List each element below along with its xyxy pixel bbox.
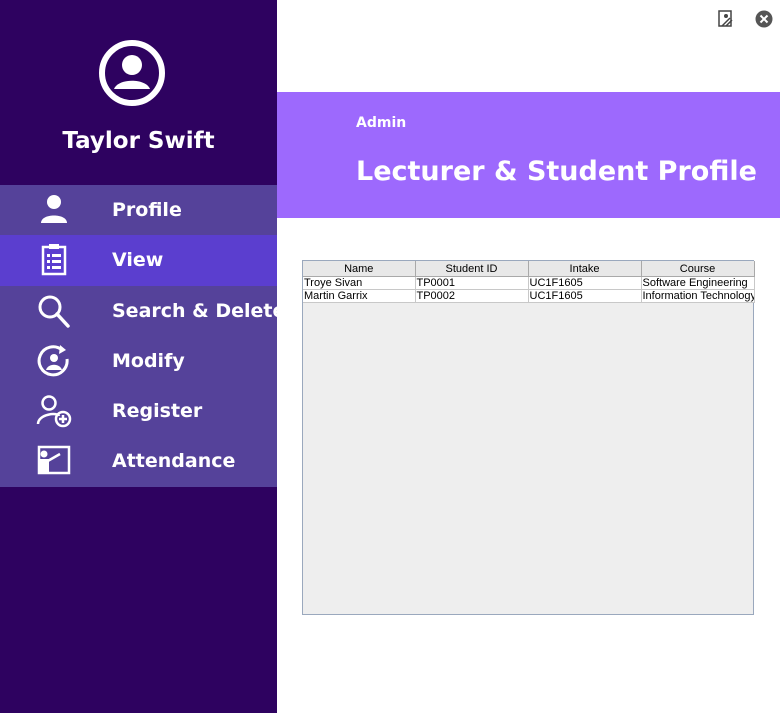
sidebar-item-view[interactable]: View xyxy=(0,235,277,286)
minimize-window-icon[interactable] xyxy=(716,9,736,29)
sidebar-menu: Profile View Search & Delete Modify Regi… xyxy=(0,185,285,487)
person-icon xyxy=(41,195,67,223)
table-header-row: Name Student ID Intake Course xyxy=(303,261,755,277)
sidebar-item-register[interactable]: Register xyxy=(0,386,277,437)
sidebar-item-modify[interactable]: Modify xyxy=(0,335,277,387)
sidebar-item-label: Modify xyxy=(112,349,185,372)
page-title: Lecturer & Student Profile xyxy=(356,156,757,187)
cell-name[interactable]: Troye Sivan xyxy=(303,276,416,290)
sidebar-item-label: View xyxy=(112,249,164,272)
table-row[interactable]: Troye Sivan TP0001 UC1F1605 Software Eng… xyxy=(303,276,755,290)
sidebar-item-label: Search & Delete xyxy=(112,299,286,322)
sidebar: Taylor Swift Profile View Search & Delet… xyxy=(0,0,285,713)
search-icon xyxy=(38,295,70,328)
sidebar-item-attendance[interactable]: Attendance xyxy=(0,436,277,487)
table-row[interactable]: Martin Garrix TP0002 UC1F1605 Informatio… xyxy=(303,289,755,303)
role-label: Admin xyxy=(356,115,407,131)
sidebar-item-label: Profile xyxy=(112,199,182,221)
header-banner: Admin Lecturer & Student Profile xyxy=(277,92,780,218)
presentation-board-icon xyxy=(37,446,71,475)
user-name: Taylor Swift xyxy=(62,128,215,154)
sidebar-item-profile[interactable]: Profile xyxy=(0,185,277,236)
close-circle-icon[interactable] xyxy=(754,9,774,29)
cell-course[interactable]: Software Engineering xyxy=(641,276,755,290)
cell-student-id[interactable]: TP0001 xyxy=(415,276,529,290)
profile-table[interactable]: Name Student ID Intake Course Troye Siva… xyxy=(302,260,755,615)
cell-name[interactable]: Martin Garrix xyxy=(303,289,416,303)
cell-intake[interactable]: UC1F1605 xyxy=(528,289,642,303)
column-header-intake[interactable]: Intake xyxy=(528,261,642,277)
sidebar-item-label: Attendance xyxy=(112,450,236,473)
sidebar-item-label: Register xyxy=(112,400,203,423)
clipboard-list-icon xyxy=(41,244,67,276)
refresh-user-icon xyxy=(37,344,69,377)
column-header-course[interactable]: Course xyxy=(641,261,755,277)
cell-course[interactable]: Information Technology xyxy=(641,289,755,303)
cell-intake[interactable]: UC1F1605 xyxy=(528,276,642,290)
sidebar-item-search-delete[interactable]: Search & Delete xyxy=(0,285,285,336)
cell-student-id[interactable]: TP0002 xyxy=(415,289,529,303)
add-user-icon xyxy=(36,395,72,428)
column-header-student-id[interactable]: Student ID xyxy=(415,261,529,277)
column-header-name[interactable]: Name xyxy=(303,261,416,277)
user-circle-icon xyxy=(99,40,165,106)
